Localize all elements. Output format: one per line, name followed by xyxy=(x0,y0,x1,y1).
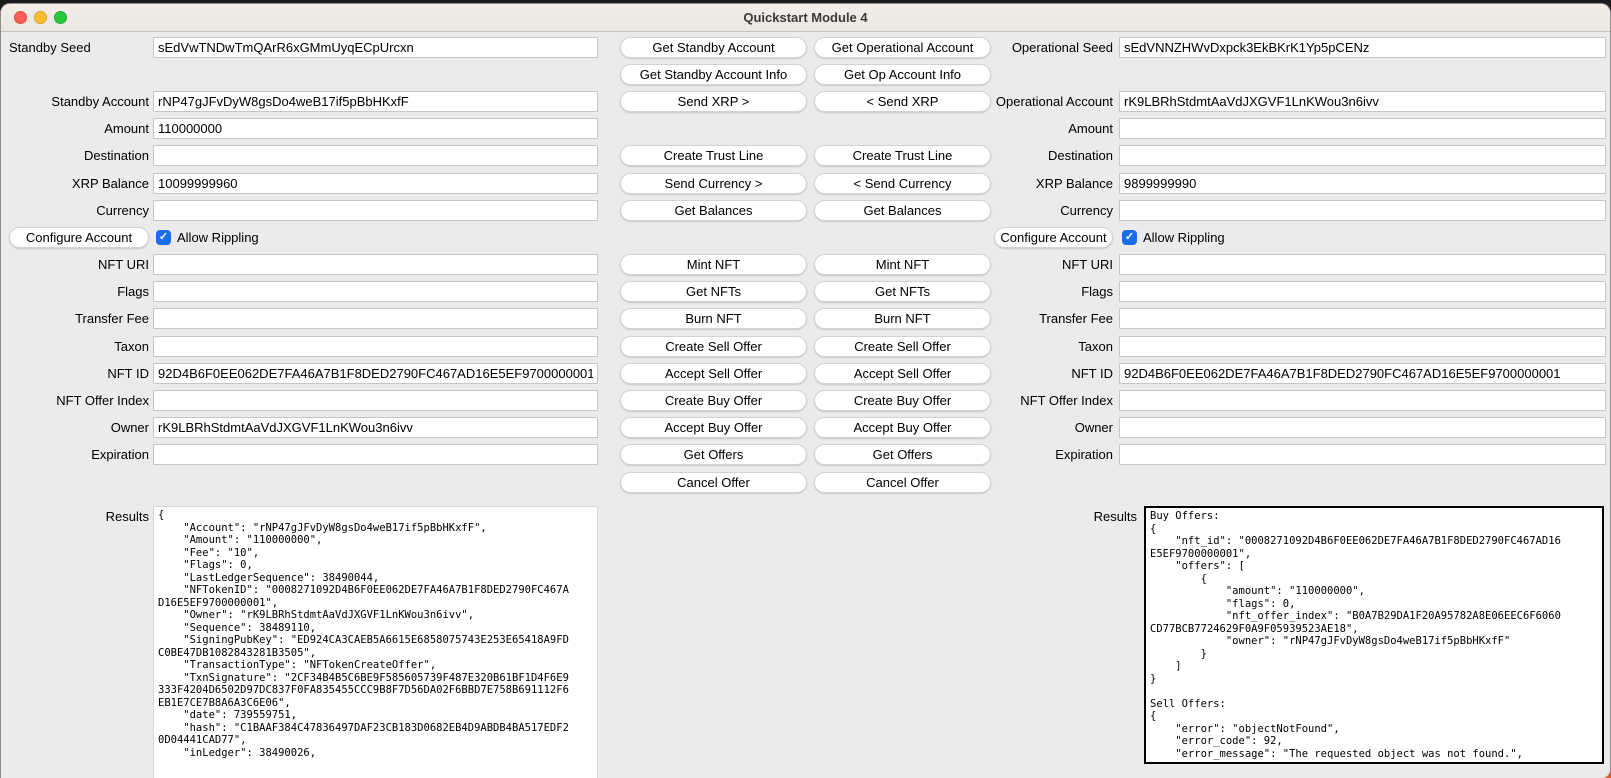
standby-get-balances-button[interactable]: Get Balances xyxy=(620,200,807,221)
operational-seed-label: Operational Seed xyxy=(965,37,1113,58)
standby-get-nfts-button[interactable]: Get NFTs xyxy=(620,281,807,302)
operational-expiration-input[interactable] xyxy=(1119,444,1606,465)
operational-transfer-fee-input[interactable] xyxy=(1119,308,1606,329)
standby-accept-sell-offer-button[interactable]: Accept Sell Offer xyxy=(620,363,807,384)
send-xrp-right-button[interactable]: Send XRP > xyxy=(620,91,807,112)
standby-flags-input[interactable] xyxy=(153,281,598,302)
standby-cancel-offer-button[interactable]: Cancel Offer xyxy=(620,472,807,493)
standby-create-trust-line-button[interactable]: Create Trust Line xyxy=(620,145,807,166)
standby-currency-label: Currency xyxy=(1,200,149,221)
operational-destination-label: Destination xyxy=(965,145,1113,166)
standby-results-textarea[interactable]: { "Account": "rNP47gJFvDyW8gsDo4weB17if5… xyxy=(153,506,598,778)
standby-account-label: Standby Account xyxy=(1,91,149,112)
operational-taxon-input[interactable] xyxy=(1119,336,1606,357)
standby-nft-uri-label: NFT URI xyxy=(1,254,149,275)
titlebar: Quickstart Module 4 xyxy=(1,4,1610,32)
screenshot-stage: Quickstart Module 4 Standby Seed Standby… xyxy=(0,0,1611,778)
standby-nft-offer-index-label: NFT Offer Index xyxy=(1,390,149,411)
operational-nft-uri-label: NFT URI xyxy=(965,254,1113,275)
standby-burn-nft-button[interactable]: Burn NFT xyxy=(620,308,807,329)
standby-currency-input[interactable] xyxy=(153,200,598,221)
standby-expiration-input[interactable] xyxy=(153,444,598,465)
operational-allow-rippling-checkbox[interactable]: ✓ xyxy=(1122,230,1137,245)
standby-owner-input[interactable] xyxy=(153,417,598,438)
standby-nft-uri-input[interactable] xyxy=(153,254,598,275)
standby-nft-id-input[interactable] xyxy=(153,363,598,384)
operational-amount-input[interactable] xyxy=(1119,118,1606,139)
app-window: Quickstart Module 4 Standby Seed Standby… xyxy=(0,3,1611,778)
standby-accept-buy-offer-button[interactable]: Accept Buy Offer xyxy=(620,417,807,438)
operational-results-label: Results xyxy=(965,506,1137,527)
standby-xrp-balance-input[interactable] xyxy=(153,173,598,194)
operational-taxon-label: Taxon xyxy=(965,336,1113,357)
standby-xrp-balance-label: XRP Balance xyxy=(1,173,149,194)
send-currency-right-button[interactable]: Send Currency > xyxy=(620,173,807,194)
operational-flags-label: Flags xyxy=(965,281,1113,302)
operational-account-input[interactable] xyxy=(1119,91,1606,112)
standby-amount-label: Amount xyxy=(1,118,149,139)
operational-allow-rippling-label: Allow Rippling xyxy=(1143,227,1225,248)
operational-nft-offer-index-input[interactable] xyxy=(1119,390,1606,411)
standby-owner-label: Owner xyxy=(1,417,149,438)
standby-allow-rippling-label: Allow Rippling xyxy=(177,227,259,248)
operational-configure-account-button[interactable]: Configure Account xyxy=(994,227,1113,248)
operational-results-textarea[interactable]: Buy Offers: { "nft_id": "0008271092D4B6F… xyxy=(1144,506,1604,764)
standby-get-offers-button[interactable]: Get Offers xyxy=(620,444,807,465)
operational-currency-input[interactable] xyxy=(1119,200,1606,221)
operational-xrp-balance-label: XRP Balance xyxy=(965,173,1113,194)
standby-create-sell-offer-button[interactable]: Create Sell Offer xyxy=(620,336,807,357)
window-content: Standby Seed Standby Account Amount Dest… xyxy=(1,32,1610,778)
operational-currency-label: Currency xyxy=(965,200,1113,221)
standby-destination-input[interactable] xyxy=(153,145,598,166)
operational-amount-label: Amount xyxy=(965,118,1113,139)
operational-transfer-fee-label: Transfer Fee xyxy=(965,308,1113,329)
operational-account-label: Operational Account xyxy=(965,91,1113,112)
operational-nft-id-input[interactable] xyxy=(1119,363,1606,384)
standby-taxon-label: Taxon xyxy=(1,336,149,357)
standby-account-input[interactable] xyxy=(153,91,598,112)
standby-nft-id-label: NFT ID xyxy=(1,363,149,384)
standby-destination-label: Destination xyxy=(1,145,149,166)
operational-owner-input[interactable] xyxy=(1119,417,1606,438)
standby-taxon-input[interactable] xyxy=(153,336,598,357)
standby-transfer-fee-label: Transfer Fee xyxy=(1,308,149,329)
standby-allow-rippling-checkbox[interactable]: ✓ xyxy=(156,230,171,245)
standby-create-buy-offer-button[interactable]: Create Buy Offer xyxy=(620,390,807,411)
operational-nft-id-label: NFT ID xyxy=(965,363,1113,384)
checkmark-icon: ✓ xyxy=(159,231,168,243)
checkmark-icon: ✓ xyxy=(1125,231,1134,243)
window-title: Quickstart Module 4 xyxy=(1,4,1610,31)
standby-seed-input[interactable] xyxy=(153,37,598,58)
operational-destination-input[interactable] xyxy=(1119,145,1606,166)
standby-results-label: Results xyxy=(1,506,149,527)
standby-transfer-fee-input[interactable] xyxy=(153,308,598,329)
get-standby-account-button[interactable]: Get Standby Account xyxy=(620,37,807,58)
operational-expiration-label: Expiration xyxy=(965,444,1113,465)
operational-nft-uri-input[interactable] xyxy=(1119,254,1606,275)
standby-nft-offer-index-input[interactable] xyxy=(153,390,598,411)
op-cancel-offer-button[interactable]: Cancel Offer xyxy=(814,472,991,493)
operational-nft-offer-index-label: NFT Offer Index xyxy=(965,390,1113,411)
get-standby-account-info-button[interactable]: Get Standby Account Info xyxy=(620,64,807,85)
operational-owner-label: Owner xyxy=(965,417,1113,438)
standby-mint-nft-button[interactable]: Mint NFT xyxy=(620,254,807,275)
operational-seed-input[interactable] xyxy=(1119,37,1606,58)
standby-configure-account-button[interactable]: Configure Account xyxy=(9,227,149,248)
operational-flags-input[interactable] xyxy=(1119,281,1606,302)
standby-flags-label: Flags xyxy=(1,281,149,302)
get-op-account-info-button[interactable]: Get Op Account Info xyxy=(814,64,991,85)
standby-amount-input[interactable] xyxy=(153,118,598,139)
standby-seed-label: Standby Seed xyxy=(9,37,149,58)
operational-xrp-balance-input[interactable] xyxy=(1119,173,1606,194)
standby-expiration-label: Expiration xyxy=(1,444,149,465)
